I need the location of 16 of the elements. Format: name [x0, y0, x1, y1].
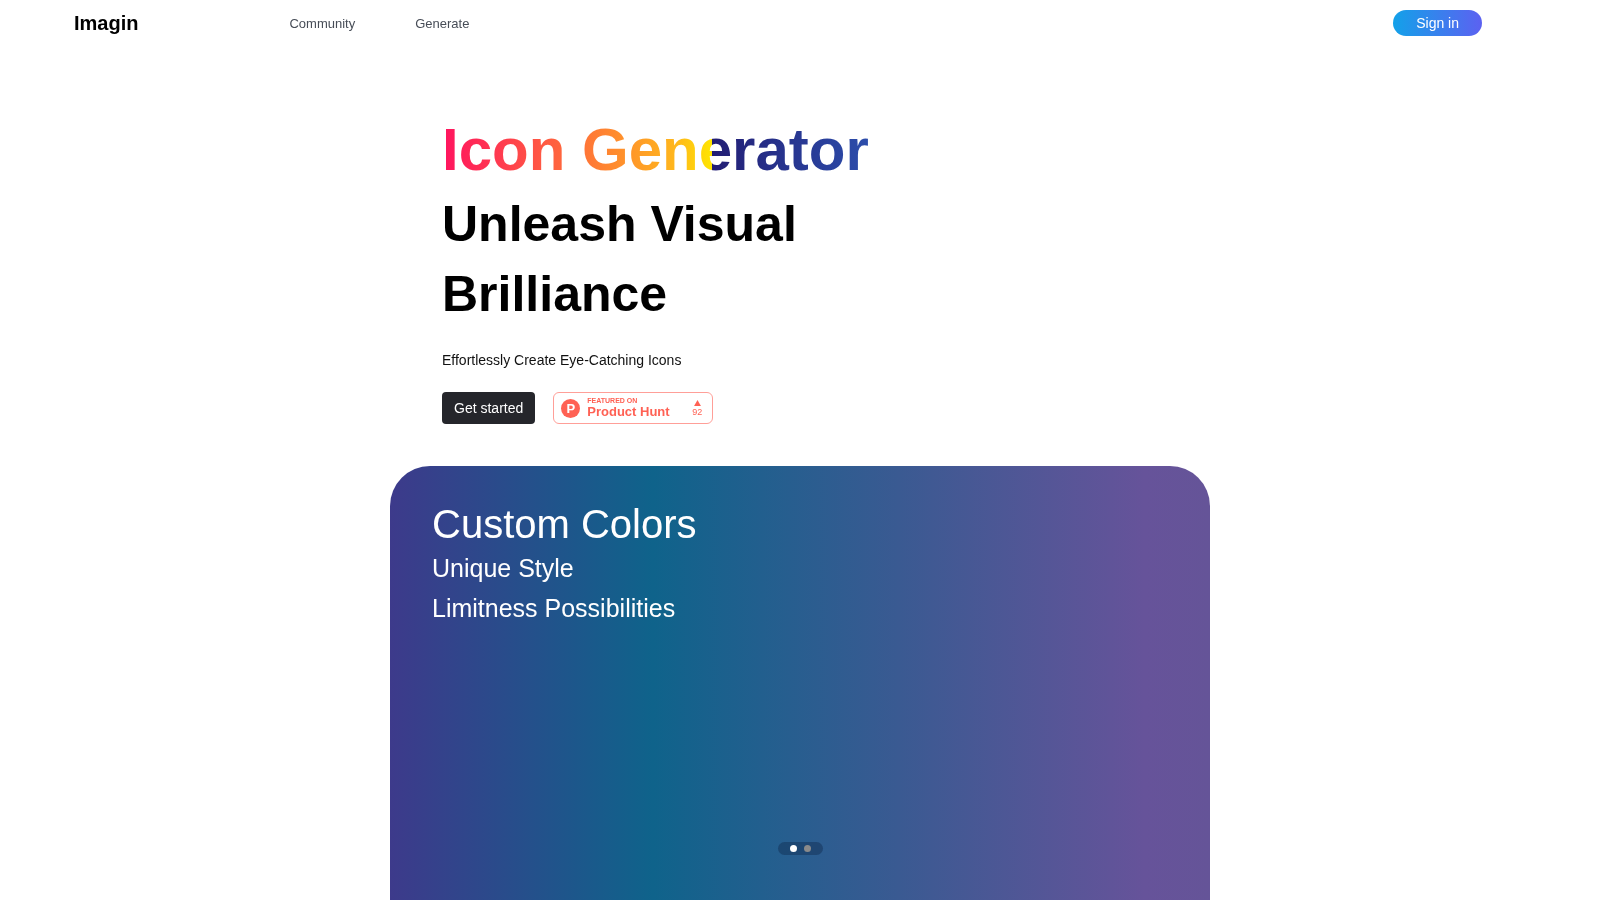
- get-started-button[interactable]: Get started: [442, 392, 536, 424]
- badge-name: Product Hunt: [587, 405, 670, 419]
- slide-text: Limitness Possibilities: [432, 593, 676, 624]
- carousel-dot[interactable]: [789, 845, 797, 852]
- site-logo[interactable]: Imagin: [74, 11, 139, 35]
- nav-link[interactable]: Generate: [415, 15, 470, 31]
- vote-count: 92: [692, 407, 703, 417]
- slide-text: Unique Style: [432, 553, 574, 584]
- hero-subtitle: Effortlessly Create Eye-Catching Icons: [442, 351, 682, 370]
- logo-icon: P: [561, 398, 581, 418]
- slide-title: Custom Colors: [432, 501, 697, 548]
- carousel-dot[interactable]: [803, 845, 811, 852]
- hero-headline: Unleash Visual Brilliance: [442, 195, 798, 324]
- nav-link[interactable]: Community: [289, 15, 356, 31]
- triangle-icon: [693, 399, 701, 406]
- sign-in-button[interactable]: Sign in: [1393, 10, 1482, 36]
